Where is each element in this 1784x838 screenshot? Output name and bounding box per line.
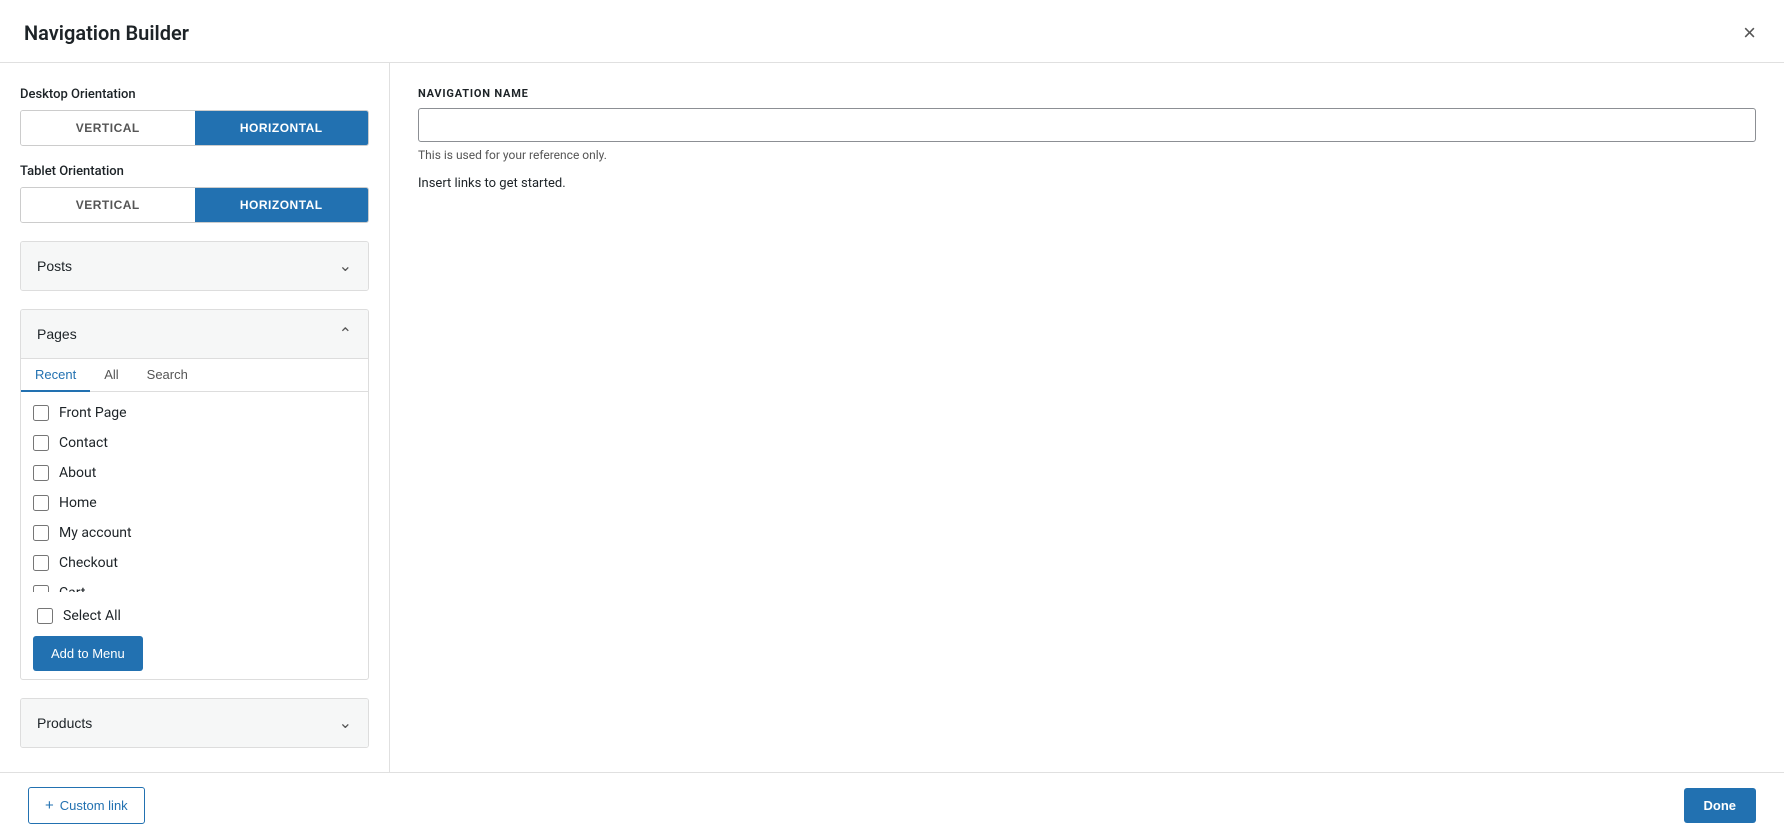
- insert-links-text: Insert links to get started.: [418, 176, 1756, 191]
- modal-title: Navigation Builder: [24, 21, 189, 45]
- tab-recent[interactable]: Recent: [21, 359, 90, 392]
- pages-accordion-body: Recent All Search Front Page Contact: [21, 358, 368, 679]
- page-home-label[interactable]: Home: [59, 495, 97, 511]
- plus-icon: +: [45, 797, 54, 814]
- list-item: Home: [21, 488, 368, 518]
- right-panel: NAVIGATION NAME This is used for your re…: [390, 63, 1784, 772]
- modal-header: Navigation Builder ×: [0, 0, 1784, 63]
- page-contact-label[interactable]: Contact: [59, 435, 108, 451]
- custom-link-button[interactable]: + Custom link: [28, 787, 145, 824]
- pages-accordion: Pages ⌃ Recent All Search Front Page: [20, 309, 369, 680]
- list-item: Cart: [21, 578, 368, 592]
- pages-accordion-header[interactable]: Pages ⌃: [21, 310, 368, 358]
- posts-chevron-down-icon: ⌄: [339, 256, 352, 276]
- page-checkout-checkbox[interactable]: [33, 555, 49, 571]
- nav-name-hint: This is used for your reference only.: [418, 148, 1756, 162]
- desktop-orientation-buttons: VERTICAL HORIZONTAL: [20, 110, 369, 146]
- page-home-checkbox[interactable]: [33, 495, 49, 511]
- select-all-checkbox[interactable]: [37, 608, 53, 624]
- modal-body: Desktop Orientation VERTICAL HORIZONTAL …: [0, 63, 1784, 772]
- list-item: Front Page: [21, 398, 368, 428]
- tab-search[interactable]: Search: [133, 359, 202, 392]
- add-to-menu-button[interactable]: Add to Menu: [33, 636, 143, 671]
- close-button[interactable]: ×: [1739, 18, 1760, 48]
- pages-accordion-label: Pages: [37, 326, 77, 342]
- desktop-horizontal-button[interactable]: HORIZONTAL: [195, 111, 369, 145]
- page-my-account-label[interactable]: My account: [59, 525, 132, 541]
- nav-name-input[interactable]: [418, 108, 1756, 142]
- posts-accordion-header[interactable]: Posts ⌄: [21, 242, 368, 290]
- desktop-orientation-section: Desktop Orientation VERTICAL HORIZONTAL: [20, 87, 369, 146]
- page-about-label[interactable]: About: [59, 465, 96, 481]
- pages-section-inner: Select All Add to Menu: [21, 592, 368, 679]
- tablet-orientation-section: Tablet Orientation VERTICAL HORIZONTAL: [20, 164, 369, 223]
- pages-tabs-row: Recent All Search: [21, 359, 368, 392]
- page-about-checkbox[interactable]: [33, 465, 49, 481]
- page-my-account-checkbox[interactable]: [33, 525, 49, 541]
- posts-accordion-label: Posts: [37, 258, 72, 274]
- list-item: Checkout: [21, 548, 368, 578]
- list-item: Contact: [21, 428, 368, 458]
- list-item: About: [21, 458, 368, 488]
- navigation-builder-modal: Navigation Builder × Desktop Orientation…: [0, 0, 1784, 838]
- select-all-row: Select All: [33, 600, 356, 628]
- tablet-horizontal-button[interactable]: HORIZONTAL: [195, 188, 369, 222]
- page-checkout-label[interactable]: Checkout: [59, 555, 118, 571]
- custom-link-label: Custom link: [60, 798, 128, 813]
- posts-accordion: Posts ⌄: [20, 241, 369, 291]
- list-item: My account: [21, 518, 368, 548]
- page-front-page-checkbox[interactable]: [33, 405, 49, 421]
- nav-name-label: NAVIGATION NAME: [418, 87, 1756, 100]
- desktop-orientation-label: Desktop Orientation: [20, 87, 369, 102]
- tablet-vertical-button[interactable]: VERTICAL: [21, 188, 195, 222]
- products-chevron-down-icon: ⌄: [339, 713, 352, 733]
- pages-list: Front Page Contact About Home: [21, 392, 368, 592]
- tablet-orientation-label: Tablet Orientation: [20, 164, 369, 179]
- done-button[interactable]: Done: [1684, 788, 1757, 823]
- tablet-orientation-buttons: VERTICAL HORIZONTAL: [20, 187, 369, 223]
- products-accordion-header[interactable]: Products ⌄: [21, 699, 368, 747]
- desktop-vertical-button[interactable]: VERTICAL: [21, 111, 195, 145]
- pages-chevron-up-icon: ⌃: [339, 324, 352, 344]
- page-contact-checkbox[interactable]: [33, 435, 49, 451]
- products-accordion-label: Products: [37, 715, 92, 731]
- page-front-page-label[interactable]: Front Page: [59, 405, 127, 421]
- page-cart-checkbox[interactable]: [33, 585, 49, 592]
- page-cart-label[interactable]: Cart: [59, 585, 85, 592]
- tab-all[interactable]: All: [90, 359, 132, 392]
- products-accordion: Products ⌄: [20, 698, 369, 748]
- left-panel: Desktop Orientation VERTICAL HORIZONTAL …: [0, 63, 390, 772]
- select-all-label[interactable]: Select All: [63, 608, 121, 624]
- modal-footer: + Custom link Done: [0, 772, 1784, 838]
